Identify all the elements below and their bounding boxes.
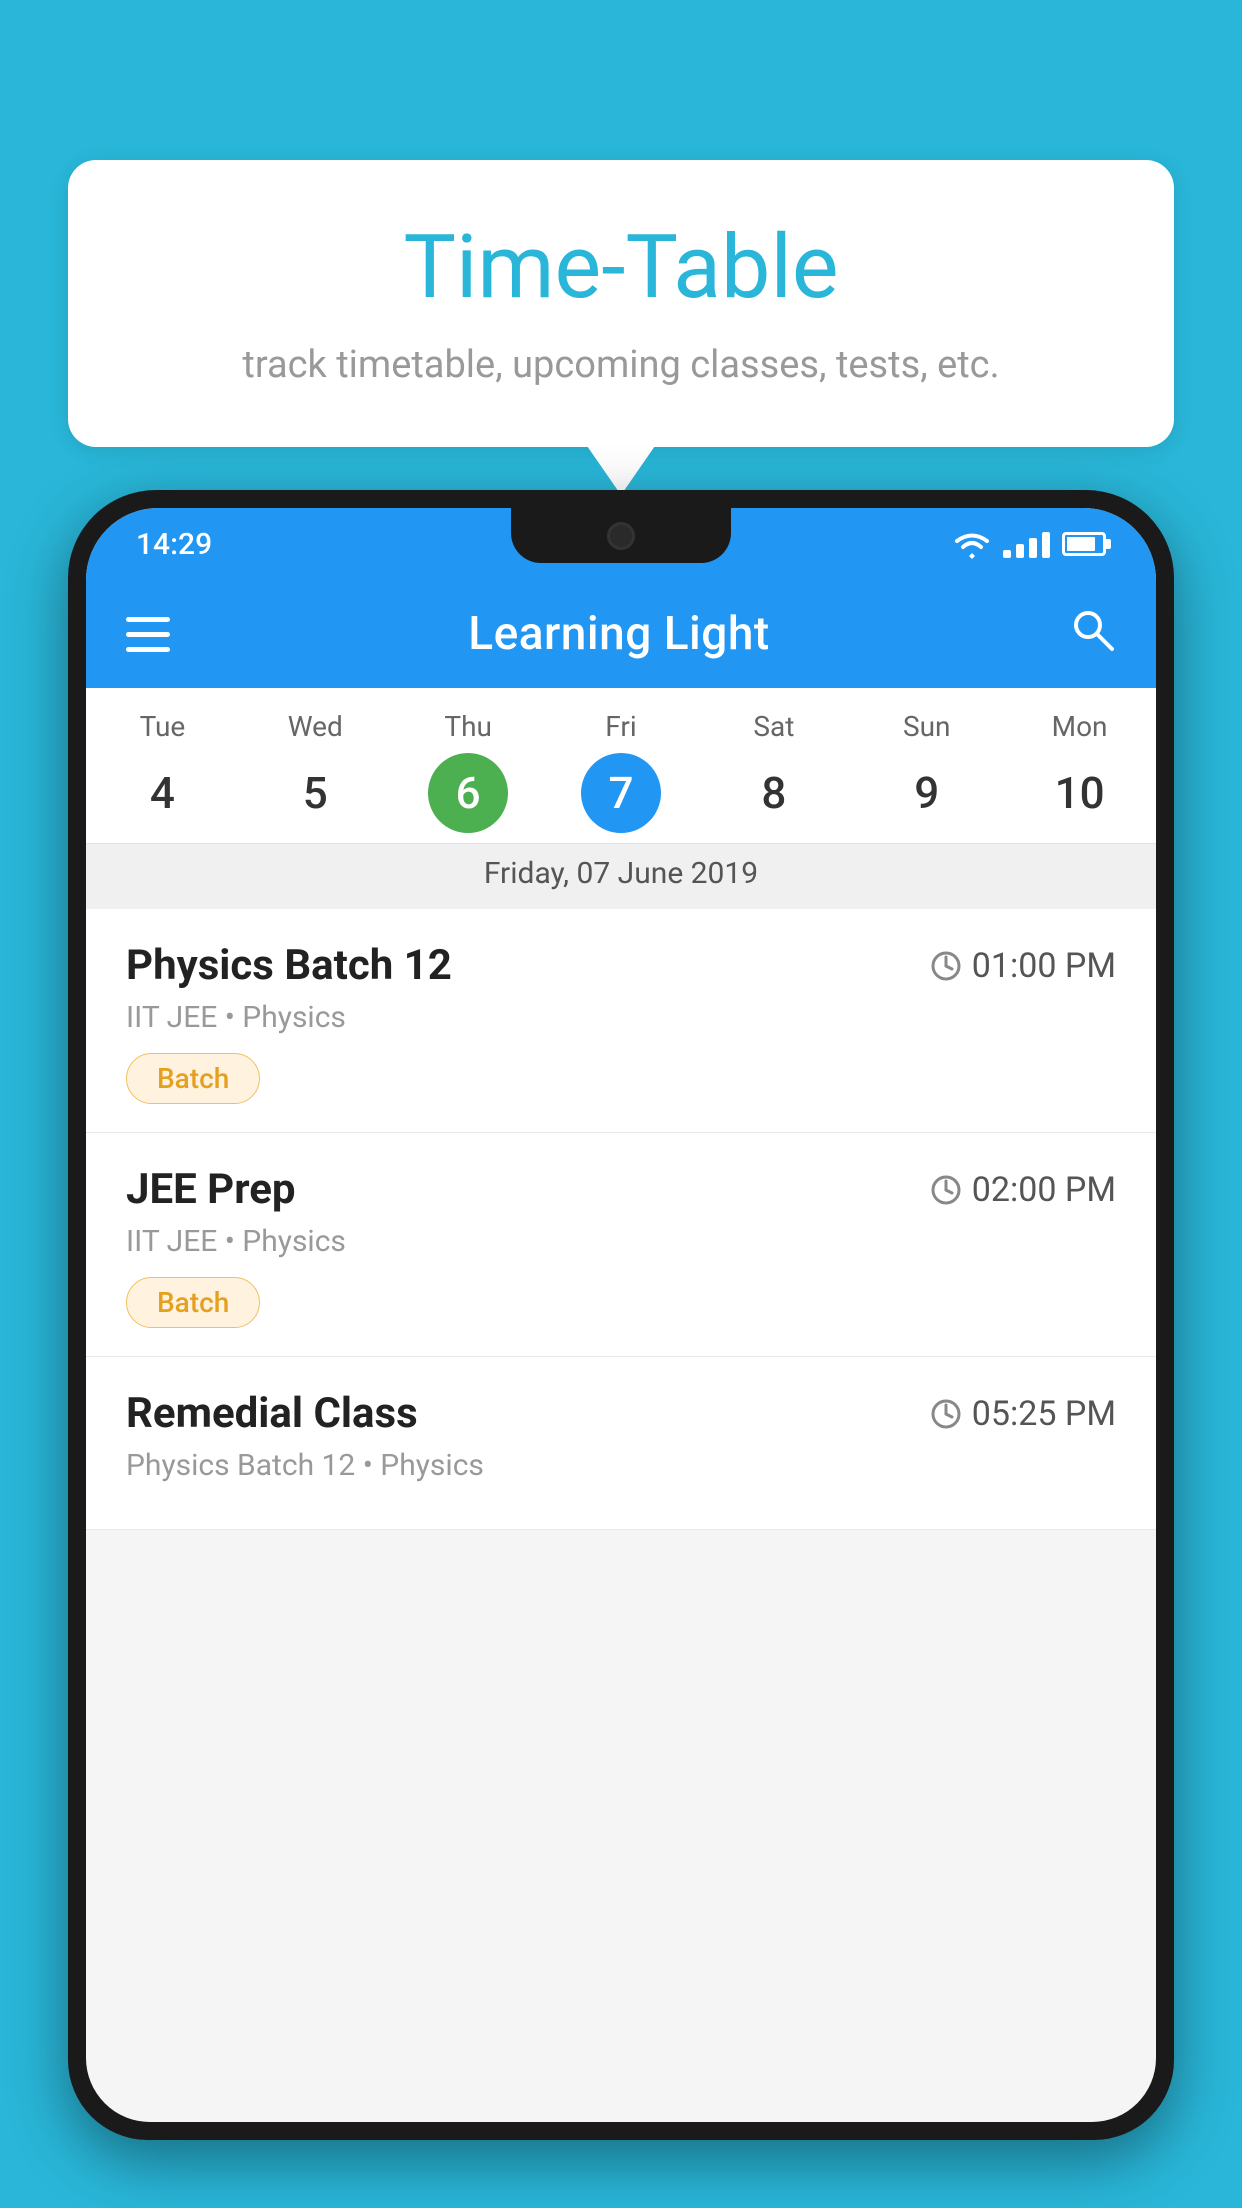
day-name: Sat: [753, 710, 794, 743]
wifi-icon: [953, 529, 991, 559]
day-name: Tue: [140, 710, 186, 743]
day-col-wed[interactable]: Wed 5: [239, 710, 392, 833]
day-number[interactable]: 6: [428, 753, 508, 833]
day-col-mon[interactable]: Mon 10: [1003, 710, 1156, 833]
class-time: 02:00 PM: [930, 1170, 1116, 1210]
day-number[interactable]: 4: [122, 753, 202, 833]
day-name: Sun: [903, 710, 951, 743]
class-item-0[interactable]: Physics Batch 12 01:00 PM IIT JEE • Physic…: [86, 909, 1156, 1133]
battery-icon: [1062, 532, 1106, 556]
clock-icon: [930, 950, 962, 982]
day-col-sun[interactable]: Sun 9: [850, 710, 1003, 833]
search-icon[interactable]: [1068, 605, 1116, 664]
phone-screen: 14:29: [86, 508, 1156, 2122]
class-name: JEE Prep: [126, 1165, 296, 1214]
class-item-header: Physics Batch 12 01:00 PM: [126, 941, 1116, 990]
day-col-fri[interactable]: Fri 7: [545, 710, 698, 833]
camera-dot: [607, 522, 635, 550]
hamburger-menu-button[interactable]: [126, 617, 170, 652]
clock-icon: [930, 1398, 962, 1430]
class-meta: IIT JEE • Physics: [126, 1224, 1116, 1259]
week-days-row: Tue 4 Wed 5 Thu 6 Fri 7 Sat 8 Sun 9 Mon 10: [86, 688, 1156, 843]
class-meta: IIT JEE • Physics: [126, 1000, 1116, 1035]
status-time: 14:29: [136, 527, 212, 562]
day-number[interactable]: 7: [581, 753, 661, 833]
day-number[interactable]: 10: [1040, 753, 1120, 833]
class-meta: Physics Batch 12 • Physics: [126, 1448, 1116, 1483]
class-list: Physics Batch 12 01:00 PM IIT JEE • Physic…: [86, 909, 1156, 1530]
status-icons: [953, 529, 1106, 559]
selected-date-label: Friday, 07 June 2019: [86, 843, 1156, 909]
day-number[interactable]: 9: [887, 753, 967, 833]
day-number[interactable]: 5: [275, 753, 355, 833]
batch-badge: Batch: [126, 1277, 260, 1328]
calendar-section: Tue 4 Wed 5 Thu 6 Fri 7 Sat 8 Sun 9 Mon 10 Friday, 07…: [86, 688, 1156, 909]
batch-badge: Batch: [126, 1053, 260, 1104]
day-name: Fri: [605, 710, 636, 743]
class-time: 05:25 PM: [930, 1394, 1116, 1434]
class-item-header: JEE Prep 02:00 PM: [126, 1165, 1116, 1214]
class-item-header: Remedial Class 05:25 PM: [126, 1389, 1116, 1438]
phone-device: 14:29: [68, 490, 1174, 2140]
signal-icon: [1003, 530, 1050, 558]
clock-icon: [930, 1174, 962, 1206]
class-name: Remedial Class: [126, 1389, 418, 1438]
hamburger-line-2: [126, 632, 170, 637]
day-name: Wed: [288, 710, 343, 743]
hamburger-line-1: [126, 617, 170, 622]
bubble-subtitle: track timetable, upcoming classes, tests…: [108, 339, 1134, 392]
day-col-tue[interactable]: Tue 4: [86, 710, 239, 833]
app-title: Learning Light: [468, 607, 770, 661]
class-time: 01:00 PM: [930, 946, 1116, 986]
day-name: Thu: [444, 710, 492, 743]
phone-notch: [511, 508, 731, 563]
bubble-title: Time-Table: [108, 220, 1134, 317]
day-name: Mon: [1052, 710, 1108, 743]
speech-bubble-section: Time-Table track timetable, upcoming cla…: [68, 160, 1174, 447]
hamburger-line-3: [126, 647, 170, 652]
day-col-thu[interactable]: Thu 6: [392, 710, 545, 833]
day-number[interactable]: 8: [734, 753, 814, 833]
class-item-2[interactable]: Remedial Class 05:25 PM Physics Batch 12 •…: [86, 1357, 1156, 1530]
day-col-sat[interactable]: Sat 8: [697, 710, 850, 833]
class-name: Physics Batch 12: [126, 941, 452, 990]
app-bar: Learning Light: [86, 580, 1156, 688]
class-item-1[interactable]: JEE Prep 02:00 PM IIT JEE • Physics Batch: [86, 1133, 1156, 1357]
speech-bubble: Time-Table track timetable, upcoming cla…: [68, 160, 1174, 447]
phone-container: 14:29: [68, 490, 1174, 2208]
